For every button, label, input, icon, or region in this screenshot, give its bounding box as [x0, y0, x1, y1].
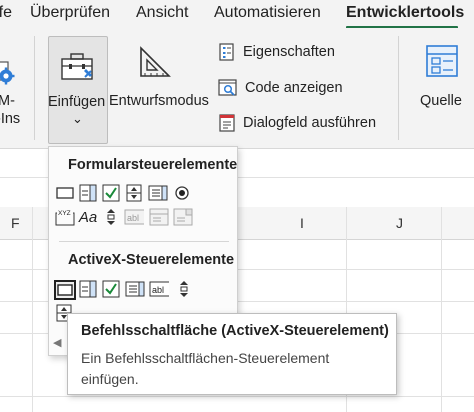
column-header-i[interactable]: I — [300, 215, 304, 231]
command-button-icon[interactable] — [54, 280, 76, 300]
tooltip-title: Befehlsschaltfläche (ActiveX-Steuereleme… — [81, 323, 389, 339]
design-mode-icon[interactable] — [137, 44, 173, 85]
form-controls-title: Formularsteuerelemente — [68, 157, 238, 173]
combo-list-edit-icon — [149, 208, 169, 226]
properties-label: Eigenschaften — [243, 44, 335, 60]
run-dialog-button[interactable]: Dialogfeld ausführen — [218, 110, 376, 136]
activex-textbox-text: abl — [152, 285, 164, 295]
column-line — [441, 207, 442, 412]
tab-ueberpruefen[interactable]: Überprüfen — [30, 4, 110, 22]
scroll-bar-icon[interactable] — [101, 208, 121, 226]
check-box-icon[interactable] — [101, 184, 121, 202]
combo-drop-edit-icon — [173, 208, 193, 226]
design-mode-label[interactable]: Entwurfsmodus — [109, 93, 209, 109]
view-code-button[interactable]: Code anzeigen — [218, 75, 343, 101]
chevron-down-icon: ⌄ — [72, 111, 83, 126]
check-box-icon[interactable] — [101, 280, 121, 298]
addins-label-2: -Ins — [0, 111, 21, 127]
text-field-icon: abl — [124, 208, 144, 226]
tab-ansicht[interactable]: Ansicht — [136, 4, 188, 22]
properties-button[interactable]: Eigenschaften — [218, 39, 335, 65]
tooltip-description: Ein Befehlsschaltflächen-Steuerelement e… — [81, 350, 330, 387]
tab-entwicklertools[interactable]: Entwicklertools — [346, 4, 464, 22]
view-code-icon — [218, 79, 237, 96]
label-icon[interactable]: Aa — [78, 208, 98, 226]
run-dialog-icon — [219, 114, 235, 132]
addins-icon[interactable] — [0, 60, 20, 95]
scroll-bar-icon[interactable] — [174, 280, 194, 298]
addins-label-1: M- — [0, 93, 15, 109]
scroll-left-icon[interactable]: ◀ — [53, 336, 61, 349]
button-control-icon[interactable] — [55, 184, 75, 202]
combo-box-icon[interactable] — [78, 184, 98, 202]
text-field-text: abl — [127, 213, 139, 223]
option-button-icon[interactable] — [172, 184, 192, 202]
tab-hilfe[interactable]: Hilfe — [0, 4, 12, 22]
combo-box-icon[interactable] — [78, 280, 98, 298]
activex-controls-title: ActiveX-Steuerelemente — [68, 252, 235, 268]
insert-label: Einfügen — [48, 94, 106, 110]
tab-automatisieren[interactable]: Automatisieren — [214, 4, 321, 22]
insert-controls-button[interactable]: Einfügen ⌄ — [48, 36, 108, 144]
run-dialog-label: Dialogfeld ausführen — [243, 115, 377, 131]
xml-source-icon[interactable] — [425, 44, 459, 83]
properties-icon — [219, 43, 234, 61]
column-header-j[interactable]: J — [396, 215, 403, 231]
column-header-f[interactable]: F — [11, 215, 20, 231]
toolbox-icon — [60, 51, 96, 86]
group-divider — [398, 36, 399, 140]
ribbon: M- -Ins Einfügen ⌄ Entwurf — [0, 28, 474, 164]
text-box-icon[interactable]: abl — [149, 280, 169, 298]
source-label[interactable]: Quelle — [420, 93, 462, 109]
list-box-icon[interactable] — [148, 184, 168, 202]
row-line — [0, 396, 474, 397]
group-box-icon[interactable]: XYZ — [55, 208, 75, 226]
group-divider — [34, 36, 35, 140]
column-line — [32, 207, 33, 412]
control-tooltip: Befehlsschaltfläche (ActiveX-Steuereleme… — [67, 313, 397, 395]
group-box-text: XYZ — [58, 210, 71, 217]
spin-button-icon[interactable] — [124, 184, 144, 202]
section-divider — [59, 241, 229, 242]
list-box-icon[interactable] — [125, 280, 145, 298]
view-code-label: Code anzeigen — [245, 80, 343, 96]
ribbon-tabs: Hilfe Überprüfen Ansicht Automatisieren … — [0, 0, 474, 29]
